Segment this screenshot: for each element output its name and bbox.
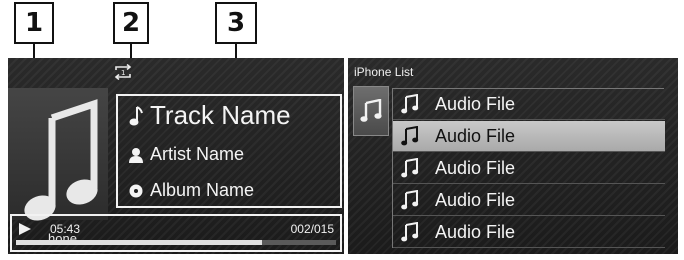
- iphone-list-panel: iPhone List Audio File Audio File Audio Fi…: [348, 58, 678, 254]
- repeat-one-icon[interactable]: 1: [113, 64, 133, 80]
- person-icon: [126, 147, 146, 163]
- play-icon[interactable]: [18, 223, 32, 235]
- callout-2: 2: [113, 2, 149, 44]
- callout-1: 1: [14, 2, 54, 44]
- artist-name: Artist Name: [150, 144, 245, 164]
- music-note-icon: [401, 126, 423, 146]
- track-count: 002/015: [290, 222, 334, 236]
- music-note-icon: [401, 190, 423, 210]
- list-item-label: Audio File: [435, 189, 516, 210]
- album-art[interactable]: hone: [8, 88, 108, 246]
- list-item[interactable]: Audio File: [393, 121, 665, 152]
- svg-text:1: 1: [121, 69, 125, 77]
- progress-bar[interactable]: [16, 240, 336, 245]
- disc-icon: [126, 184, 146, 198]
- elapsed-time: 05:43: [50, 222, 81, 236]
- music-category-tab[interactable]: [353, 86, 389, 136]
- music-note-icon: [360, 99, 382, 122]
- list-item[interactable]: Audio File: [393, 153, 665, 184]
- track-info-box: Track Name Artist Name Album Name: [116, 94, 342, 208]
- playback-bar: 05:43 002/015: [10, 214, 342, 252]
- list-item[interactable]: Audio File: [393, 185, 665, 216]
- list-item-label: Audio File: [435, 125, 516, 146]
- progress-fill: [16, 240, 263, 245]
- now-playing-panel: hone 1 Track Name Artist Name Album Name: [8, 58, 344, 254]
- list-title: iPhone List: [354, 65, 414, 79]
- music-note-icon: [126, 105, 146, 127]
- list-item-label: Audio File: [435, 157, 516, 178]
- list-item[interactable]: Audio File: [393, 89, 665, 120]
- music-note-icon: [401, 158, 423, 178]
- music-note-icon: [401, 222, 423, 242]
- album-name: Album Name: [150, 180, 255, 200]
- music-note-icon: [24, 99, 98, 221]
- list-item-label: Audio File: [435, 93, 516, 114]
- track-name: Track Name: [150, 100, 291, 130]
- list-item[interactable]: Audio File: [393, 217, 665, 248]
- album-row: Album Name: [126, 180, 254, 201]
- callout-3: 3: [215, 2, 257, 44]
- list-item-label: Audio File: [435, 221, 516, 242]
- artist-row: Artist Name: [126, 144, 244, 165]
- track-row: Track Name: [126, 100, 291, 131]
- music-note-icon: [401, 94, 423, 114]
- audio-file-list: Audio File Audio File Audio File Audio File…: [392, 88, 665, 248]
